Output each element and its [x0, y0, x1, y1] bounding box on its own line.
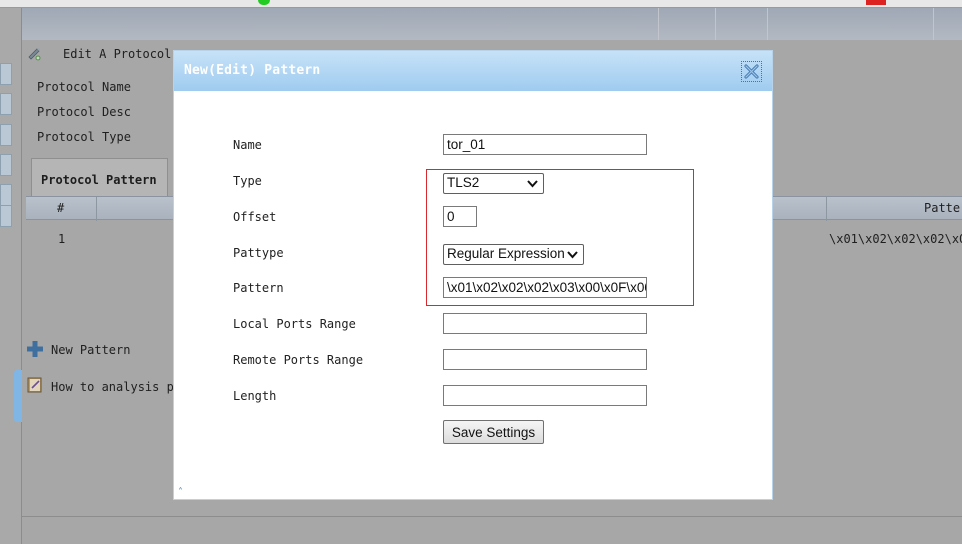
browser-strip — [0, 0, 962, 8]
save-settings-button[interactable]: Save Settings — [443, 420, 544, 444]
offset-label: Offset — [233, 210, 277, 224]
remote-ports-label: Remote Ports Range — [233, 353, 364, 367]
edit-pencil-icon — [28, 47, 41, 61]
footer-divider — [22, 516, 962, 517]
how-to-analysis-link[interactable]: How to analysis pr — [51, 380, 181, 394]
rail-tab[interactable] — [0, 63, 12, 85]
highlight-annotation-box — [426, 169, 694, 306]
left-rail — [0, 8, 22, 544]
rail-tab[interactable] — [0, 205, 12, 227]
new-pattern-link[interactable]: New Pattern — [51, 343, 130, 357]
help-book-icon — [27, 377, 42, 393]
grid-col-pattern: Patter — [924, 201, 962, 215]
close-button[interactable] — [741, 61, 762, 82]
app-header-band — [22, 8, 962, 40]
local-ports-label: Local Ports Range — [233, 317, 356, 331]
length-label: Length — [233, 389, 277, 403]
rail-tab[interactable] — [0, 93, 12, 115]
grid-row-number: 1 — [58, 232, 66, 246]
type-label: Type — [233, 174, 262, 188]
local-ports-input[interactable] — [443, 313, 647, 334]
collapse-arrow-icon[interactable] — [14, 370, 22, 422]
protocol-name-label: Protocol Name — [37, 80, 131, 94]
rail-tab[interactable] — [0, 184, 12, 206]
rail-tab[interactable] — [0, 154, 12, 176]
grid-row-pattern[interactable]: \x01\x02\x02\x02\x0 — [829, 232, 962, 246]
pattype-label: Pattype — [233, 246, 284, 260]
dialog-header[interactable]: New(Edit) Pattern — [174, 51, 772, 91]
toolbar-title: Edit A Protocol — [63, 47, 172, 61]
status-indicator-icon — [258, 0, 270, 5]
protocol-desc-label: Protocol Desc — [37, 105, 131, 119]
remote-ports-input[interactable] — [443, 349, 647, 370]
tab-protocol-pattern[interactable]: Protocol Pattern — [31, 158, 168, 196]
name-label: Name — [233, 138, 262, 152]
caret-up-icon[interactable]: ˄ — [178, 487, 183, 498]
alert-indicator-icon — [866, 0, 886, 5]
length-input[interactable] — [443, 385, 647, 406]
grid-col-number: # — [57, 201, 65, 215]
edit-pattern-dialog: New(Edit) Pattern Name tor_01 Type TLS2 … — [173, 50, 773, 500]
add-icon — [27, 341, 43, 357]
dialog-title: New(Edit) Pattern — [184, 63, 321, 78]
close-icon — [744, 64, 759, 79]
name-input[interactable]: tor_01 — [443, 134, 647, 155]
protocol-type-label: Protocol Type — [37, 130, 131, 144]
rail-tab[interactable] — [0, 124, 12, 146]
pattern-label: Pattern — [233, 281, 284, 295]
